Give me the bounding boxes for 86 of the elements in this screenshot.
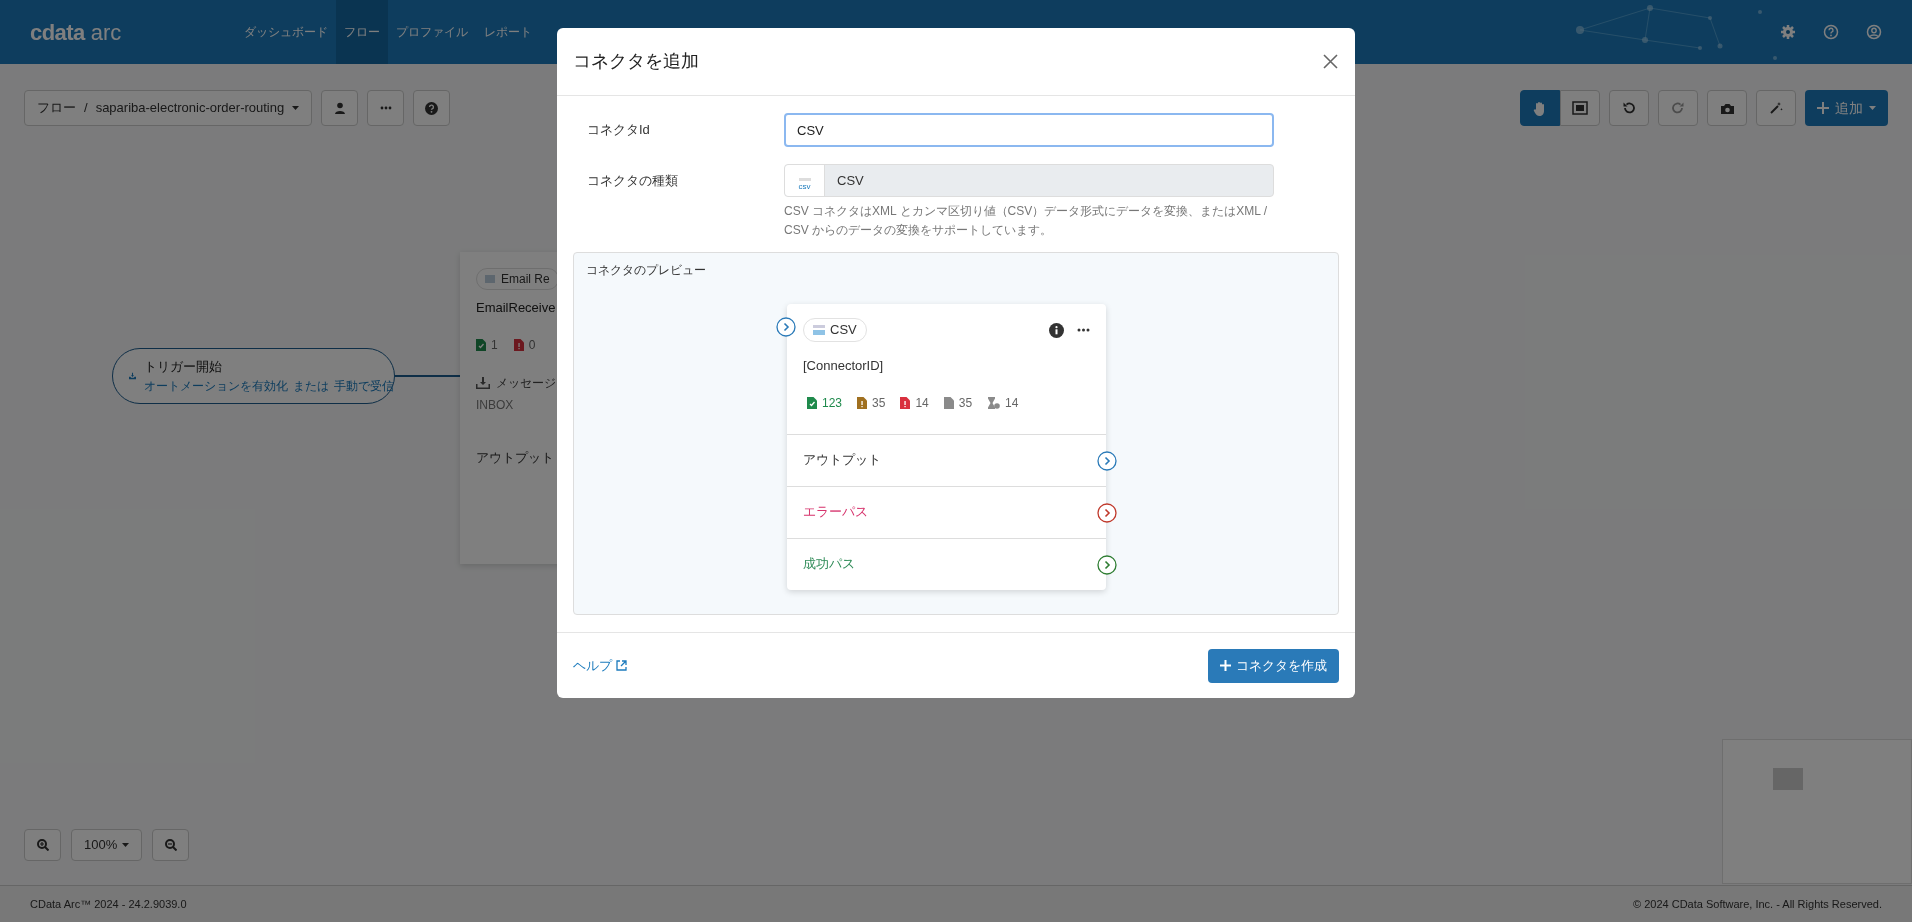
count-text: 35	[872, 394, 886, 412]
logo-text: arc	[90, 18, 122, 47]
logo: cdata	[30, 18, 85, 47]
redo-icon	[1671, 101, 1685, 115]
trigger-title: トリガー開始	[144, 358, 223, 377]
nav-tab[interactable]: レポート	[476, 0, 540, 64]
camera-button[interactable]	[1707, 90, 1747, 126]
dialog-title: コネクタを追加	[573, 50, 699, 73]
connector-port-icon[interactable]	[776, 317, 796, 337]
close-button[interactable]	[1321, 52, 1339, 71]
trigger-text: または	[293, 377, 329, 395]
plus-icon	[1220, 660, 1231, 671]
count-text: 14	[1005, 394, 1019, 412]
create-connector-button[interactable]: コネクタを作成	[1208, 648, 1339, 683]
connector-port-icon[interactable]	[1097, 554, 1117, 575]
connector-port-icon[interactable]	[1097, 502, 1117, 523]
zoom-in-button[interactable]	[24, 829, 61, 861]
magic-wand-icon	[1769, 101, 1783, 115]
path-label: エラーパス	[803, 503, 868, 522]
user-icon	[333, 102, 346, 114]
external-link-icon	[616, 660, 627, 671]
hand-icon	[1533, 100, 1547, 116]
zoom-out-button[interactable]	[152, 829, 190, 861]
count-text: 0	[528, 336, 536, 354]
caret-icon	[122, 843, 130, 847]
close-icon	[1322, 54, 1338, 69]
count-text: 14	[915, 394, 929, 412]
count-text: 1	[491, 336, 498, 354]
camera-icon	[1719, 101, 1735, 115]
zoom-out-icon	[164, 839, 177, 851]
user-button[interactable]	[321, 90, 359, 126]
help-icon[interactable]	[1823, 24, 1839, 40]
version-text: CData Arc™ 2024 - 24.2.9039.0	[30, 896, 187, 912]
account-icon[interactable]	[1866, 24, 1882, 40]
undo-button[interactable]	[1609, 90, 1649, 126]
csv-file-icon	[813, 325, 825, 335]
hand-tool-button[interactable]	[1520, 90, 1560, 126]
connector-name: [ConnectorID]	[802, 357, 885, 375]
zoom-level-dropdown[interactable]: 100%	[71, 829, 143, 861]
copyright-text: © 2024 CData Software, Inc. - All Rights Reserved.	[1633, 896, 1882, 912]
download-icon	[476, 376, 490, 389]
caret-icon	[292, 106, 300, 110]
connector-id-field[interactable]: CSV	[784, 113, 1274, 147]
file-icon	[513, 338, 524, 351]
trigger-node[interactable]: トリガー開始 オートメーションを有効化 または 手動で受信	[112, 348, 395, 404]
fit-tool-button[interactable]	[1560, 90, 1600, 126]
file-icon	[943, 396, 954, 409]
settings-icon[interactable]	[1780, 24, 1796, 40]
count-text: 123	[822, 394, 843, 412]
hourglass-icon	[987, 396, 1001, 409]
caret-icon	[1869, 106, 1876, 110]
fit-icon	[1572, 101, 1588, 115]
trigger-text: オートメーションを有効化	[144, 377, 288, 395]
plus-icon	[1817, 102, 1829, 114]
nav-tab[interactable]: プロファイル	[388, 0, 476, 64]
more-icon[interactable]	[1077, 328, 1090, 332]
connector-name: EmailReceive	[476, 299, 557, 317]
more-icon	[379, 106, 392, 110]
path-label: アウトプット	[803, 451, 881, 470]
connector-line	[395, 375, 460, 377]
file-icon	[857, 396, 868, 409]
undo-icon	[1622, 101, 1636, 115]
field-label: コネクタId	[586, 121, 651, 140]
help-button[interactable]	[413, 90, 451, 126]
setting-label: メッセージ	[496, 374, 556, 392]
output-label: アウトプット	[476, 448, 555, 467]
info-icon[interactable]	[1049, 322, 1064, 338]
add-button[interactable]: 追加	[1805, 90, 1888, 126]
help-link[interactable]: ヘルプ	[573, 655, 627, 676]
folder-text: INBOX	[476, 396, 515, 414]
nav-tab[interactable]: ダッシュボード	[236, 0, 336, 64]
connector-type-value: CSV	[836, 171, 864, 190]
zoom-in-icon	[36, 839, 49, 851]
count-text: 35	[958, 394, 973, 412]
file-icon	[900, 396, 911, 409]
field-label: コネクタの種類	[586, 171, 679, 190]
file-icon	[476, 338, 486, 351]
nav-tab[interactable]: フロー	[336, 0, 388, 64]
file-icon	[807, 396, 817, 409]
path-label: 成功パス	[803, 555, 855, 574]
mail-icon	[485, 275, 495, 283]
breadcrumb-dropdown[interactable]: フロー / sapariba-electronic-order-routing	[24, 90, 313, 126]
connector-port-icon[interactable]	[1097, 450, 1117, 471]
trigger-text: 手動で受信	[334, 377, 394, 395]
help-icon	[425, 101, 439, 115]
connector-description: CSV コネクタはXML とカンマ区切り値（CSV）データ形式にデータを変換、またはXML / CSV からのデータの変換をサポートしています。	[784, 203, 1269, 239]
